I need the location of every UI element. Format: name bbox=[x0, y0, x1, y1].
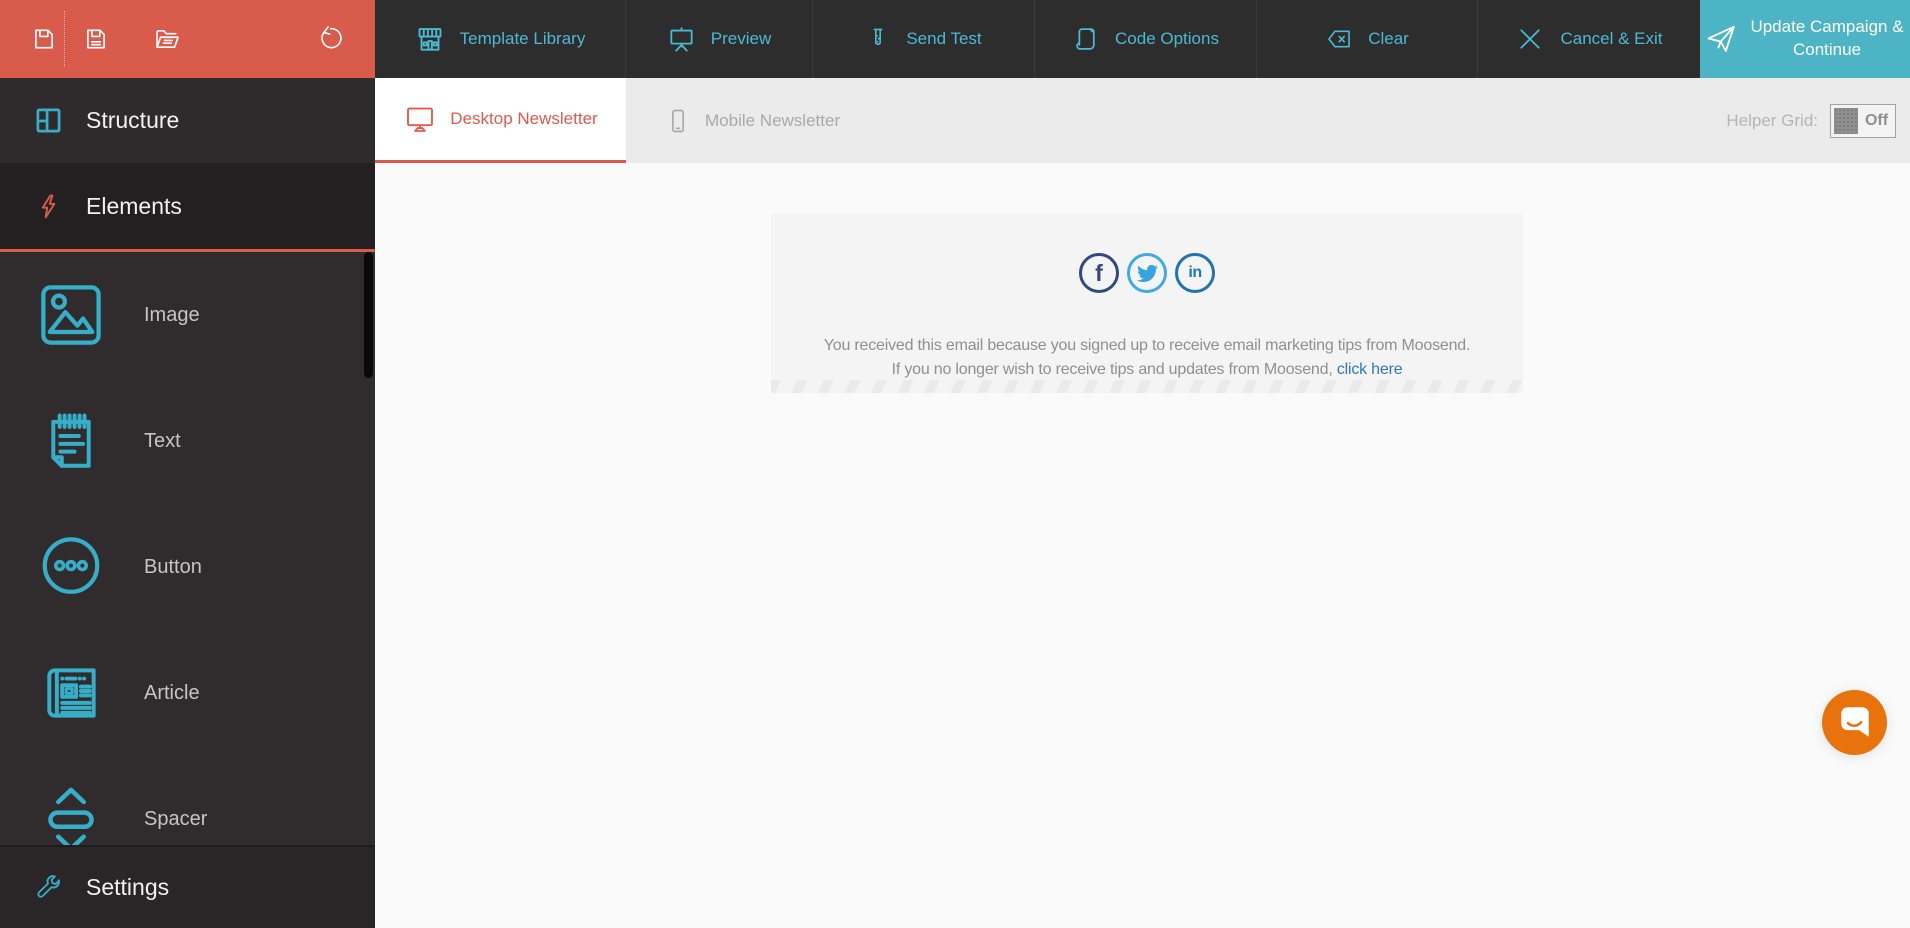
desktop-monitor-icon bbox=[403, 103, 437, 135]
save-icon[interactable] bbox=[31, 26, 57, 52]
sidebar-item-settings[interactable]: Settings bbox=[0, 845, 375, 928]
image-icon bbox=[36, 280, 106, 350]
send-test-button[interactable]: Send Test bbox=[812, 0, 1034, 78]
chat-bubble-smile-icon bbox=[1822, 690, 1887, 755]
top-toolbar: Template Library Preview Send Test Code … bbox=[0, 0, 1910, 78]
code-options-button[interactable]: Code Options bbox=[1034, 0, 1256, 78]
clear-label: Clear bbox=[1368, 29, 1409, 48]
template-library-label: Template Library bbox=[459, 29, 586, 48]
undo-icon[interactable] bbox=[316, 24, 344, 54]
code-options-label: Code Options bbox=[1115, 29, 1219, 48]
clear-button[interactable]: Clear bbox=[1256, 0, 1477, 78]
element-item-button[interactable]: Button bbox=[0, 504, 375, 630]
spacer-arrows-icon bbox=[36, 784, 106, 845]
presentation-icon bbox=[667, 25, 696, 54]
element-item-label: Button bbox=[144, 555, 202, 578]
element-item-label: Article bbox=[144, 681, 200, 704]
footer-text-line1: You received this email because you sign… bbox=[823, 337, 1471, 354]
tab-mobile-label: Mobile Newsletter bbox=[705, 110, 841, 130]
newspaper-icon bbox=[36, 658, 106, 728]
scroll-icon bbox=[1072, 25, 1100, 53]
helper-grid-label: Helper Grid: bbox=[1726, 110, 1818, 130]
circle-dots-icon bbox=[36, 532, 106, 602]
tab-desktop-newsletter[interactable]: Desktop Newsletter bbox=[375, 78, 626, 163]
sidebar-item-structure[interactable]: Structure bbox=[0, 78, 375, 163]
social-icons-row: f in bbox=[771, 214, 1523, 293]
newsletter-canvas: f in You received this email because you… bbox=[375, 163, 1910, 928]
email-footer-block[interactable]: f in You received this email because you… bbox=[771, 214, 1523, 393]
element-item-article[interactable]: Article bbox=[0, 630, 375, 756]
cancel-exit-label: Cancel & Exit bbox=[1560, 29, 1663, 48]
layout-panes-icon bbox=[32, 105, 64, 136]
element-item-label: Spacer bbox=[144, 807, 208, 830]
template-library-button[interactable]: Template Library bbox=[375, 0, 625, 78]
linkedin-icon[interactable]: in bbox=[1175, 253, 1215, 293]
twitter-icon[interactable] bbox=[1127, 253, 1167, 293]
helper-grid-control: Helper Grid: Off bbox=[1726, 78, 1896, 163]
chat-launcher-button[interactable] bbox=[1822, 690, 1887, 755]
moosend-campaign-editor: Template Library Preview Send Test Code … bbox=[0, 0, 1910, 928]
element-item-label: Text bbox=[144, 429, 181, 452]
preview-button[interactable]: Preview bbox=[625, 0, 812, 78]
notepad-icon bbox=[36, 406, 106, 476]
unsubscribe-link[interactable]: click here bbox=[1337, 361, 1403, 378]
send-test-label: Send Test bbox=[906, 29, 982, 48]
sidebar-scrollbar-thumb[interactable] bbox=[364, 252, 373, 378]
sidebar-elements-label: Elements bbox=[86, 192, 182, 219]
element-item-spacer[interactable]: Spacer bbox=[0, 756, 375, 845]
editor-sidebar: Structure Elements Image Text Button Art… bbox=[0, 78, 375, 928]
newsletter-tabbar: Desktop Newsletter Mobile Newsletter Hel… bbox=[375, 78, 1910, 163]
storefront-icon bbox=[415, 24, 445, 54]
wrench-icon bbox=[32, 873, 64, 902]
email-block-edge-pattern bbox=[771, 380, 1523, 393]
tab-mobile-newsletter[interactable]: Mobile Newsletter bbox=[664, 78, 840, 163]
toggle-knob bbox=[1834, 107, 1858, 134]
toggle-state-label: Off bbox=[1864, 111, 1889, 129]
toolbar-dotted-divider bbox=[64, 11, 65, 67]
smartphone-icon bbox=[664, 106, 692, 136]
sidebar-settings-label: Settings bbox=[86, 874, 170, 900]
x-icon bbox=[1515, 24, 1545, 54]
clear-backspace-icon bbox=[1325, 25, 1353, 53]
preview-label: Preview bbox=[710, 29, 772, 48]
sidebar-structure-label: Structure bbox=[86, 107, 180, 133]
toolbar-buttons: Template Library Preview Send Test Code … bbox=[375, 0, 1700, 78]
footer-line2-prefix: If you no longer wish to receive tips an… bbox=[891, 361, 1337, 378]
save-as-icon[interactable] bbox=[83, 26, 109, 52]
update-campaign-continue-button[interactable]: Update Campaign & Continue bbox=[1700, 0, 1910, 78]
open-folder-icon[interactable] bbox=[152, 25, 182, 53]
file-actions-area bbox=[0, 0, 375, 78]
facebook-icon[interactable]: f bbox=[1079, 253, 1119, 293]
cancel-exit-button[interactable]: Cancel & Exit bbox=[1477, 0, 1700, 78]
paper-plane-icon bbox=[1704, 22, 1738, 56]
element-item-image[interactable]: Image bbox=[0, 252, 375, 378]
test-tube-icon bbox=[865, 25, 891, 53]
element-item-label: Image bbox=[144, 303, 200, 326]
helper-grid-toggle[interactable]: Off bbox=[1830, 103, 1896, 138]
sidebar-item-elements[interactable]: Elements bbox=[0, 163, 375, 252]
lightning-icon bbox=[32, 192, 64, 221]
tab-desktop-label: Desktop Newsletter bbox=[450, 109, 598, 128]
update-campaign-continue-label: Update Campaign & Continue bbox=[1750, 17, 1904, 59]
elements-list: Image Text Button Article Spacer bbox=[0, 252, 375, 845]
element-item-text[interactable]: Text bbox=[0, 378, 375, 504]
footer-text-line2: If you no longer wish to receive tips an… bbox=[771, 361, 1523, 379]
